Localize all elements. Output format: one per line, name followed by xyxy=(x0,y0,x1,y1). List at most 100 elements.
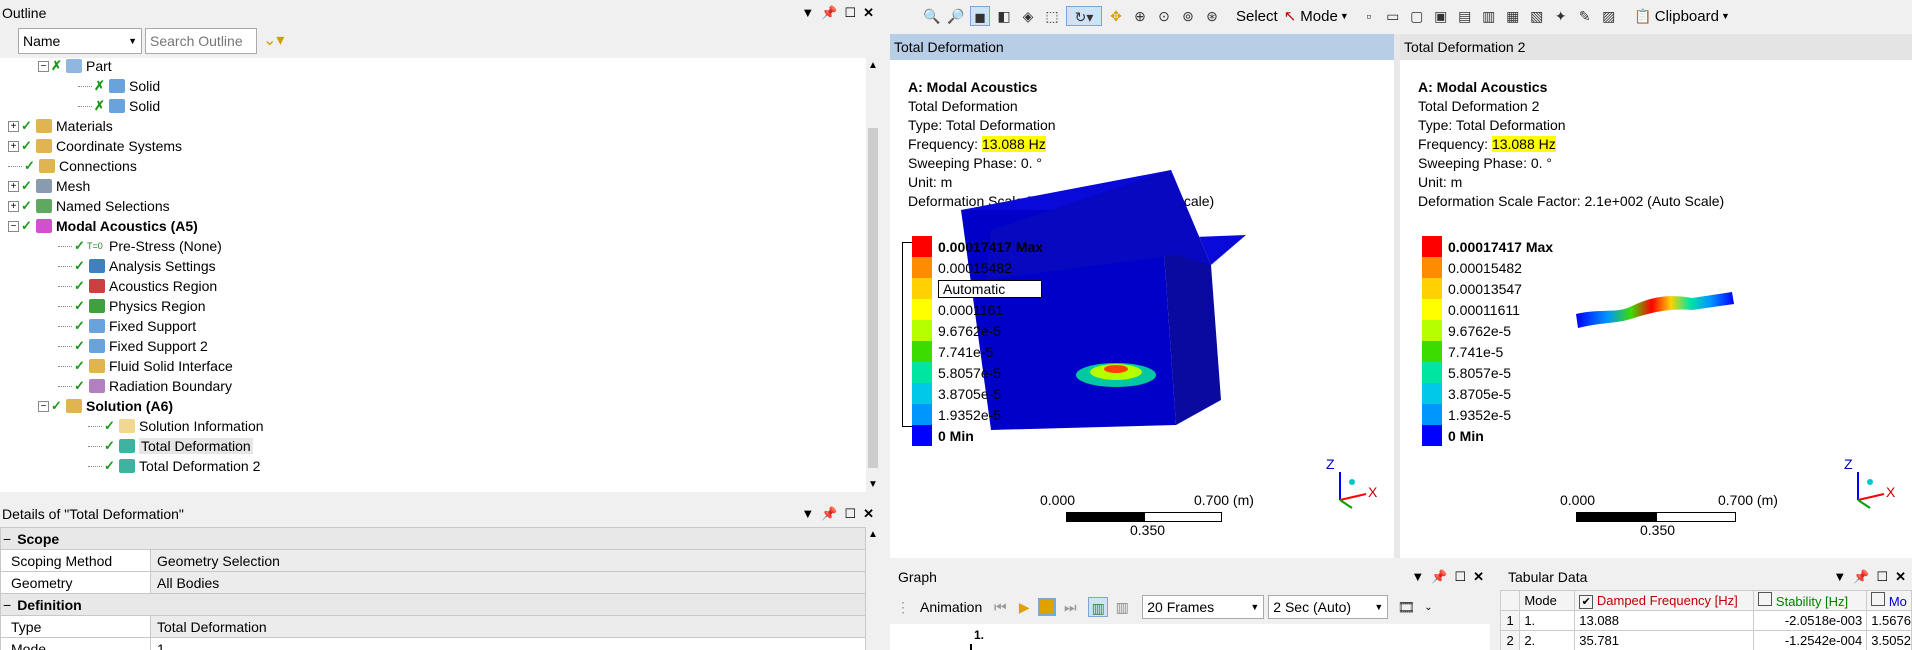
zoom-box-icon[interactable]: ⊕ xyxy=(1130,6,1150,26)
element-face-icon[interactable]: ▦ xyxy=(1503,6,1523,26)
cube-solid-icon[interactable]: ◼ xyxy=(970,6,990,26)
collapse-icon[interactable]: − xyxy=(38,60,49,72)
legend-row[interactable]: 0 Min xyxy=(1422,425,1484,446)
view1-canvas[interactable]: A: Modal Acoustics Total Deformation Typ… xyxy=(890,60,1394,558)
tree-item[interactable]: ✓ Total Deformation 2 xyxy=(88,456,260,476)
legend-edit-box[interactable]: Automatic xyxy=(938,279,1042,298)
legend-row[interactable]: Automatic xyxy=(912,278,1042,299)
body-icon[interactable]: ▣ xyxy=(1431,6,1451,26)
tree-item[interactable]: − ✓ Modal Acoustics (A5) xyxy=(8,216,198,236)
close-icon[interactable]: ✕ xyxy=(1473,569,1484,585)
dropdown-arrow-icon[interactable]: ▼ xyxy=(801,506,814,522)
play-icon[interactable]: ▶ xyxy=(1014,597,1034,617)
close-icon[interactable]: ✕ xyxy=(863,5,874,21)
expand-icon[interactable]: + xyxy=(8,200,19,212)
legend-row[interactable]: 0.00013547 xyxy=(1422,278,1522,299)
close-icon[interactable]: ✕ xyxy=(863,506,874,522)
scroll-up-icon[interactable]: ▲ xyxy=(868,529,878,540)
details-section[interactable]: − Scope xyxy=(0,527,866,550)
legend-row[interactable]: 0.00017417 Max xyxy=(912,236,1043,257)
tree-item[interactable]: + ✓ Materials xyxy=(8,116,113,136)
chevron-down-icon[interactable]: ▼ xyxy=(1721,11,1730,21)
tree-item[interactable]: ✓ Fixed Support xyxy=(58,316,196,336)
mesh-select-icon[interactable]: ▧ xyxy=(1527,6,1547,26)
rotate-icon[interactable]: ↻▾ xyxy=(1066,6,1102,26)
tree-item[interactable]: ✗ Solid xyxy=(78,96,160,116)
legend-row[interactable]: 0.00017417 Max xyxy=(1422,236,1553,257)
zoom-out-icon[interactable]: 🔎 xyxy=(946,6,966,26)
legend-row[interactable]: 0.0001161 xyxy=(912,299,1003,320)
overflow-chevron-icon[interactable]: ⌄ xyxy=(1424,602,1432,613)
cursor-icon[interactable]: ↖ xyxy=(1284,7,1297,25)
details-row[interactable]: Scoping Method Geometry Selection xyxy=(0,549,866,572)
zoom-to-icon[interactable]: ⊛ xyxy=(1202,6,1222,26)
chevron-down-icon[interactable]: ▼ xyxy=(1340,11,1349,21)
tree-item[interactable]: + ✓ Coordinate Systems xyxy=(8,136,182,156)
tree-item[interactable]: ✓ Fixed Support 2 xyxy=(58,336,208,356)
frames-select[interactable]: 20 Frames ▼ xyxy=(1142,595,1265,619)
legend-row[interactable]: 1.9352e-5 xyxy=(912,404,1001,425)
details-row[interactable]: Geometry All Bodies xyxy=(0,571,866,594)
filter-chevron-icon[interactable]: ⌄▾ xyxy=(263,30,284,50)
edge-icon[interactable]: ▭ xyxy=(1383,6,1403,26)
dropdown-arrow-icon[interactable]: ▼ xyxy=(1411,569,1424,585)
annotation-icon[interactable]: ✎ xyxy=(1575,6,1595,26)
search-outline-input[interactable] xyxy=(145,28,258,54)
details-row[interactable]: Type Total Deformation xyxy=(0,615,866,638)
maximize-icon[interactable]: ☐ xyxy=(1454,569,1466,585)
scrollbar-thumb[interactable] xyxy=(868,128,878,468)
tree-item[interactable]: + ✓ Named Selections xyxy=(8,196,170,216)
legend-row[interactable]: 0.00015482 xyxy=(912,257,1012,278)
pin-icon[interactable]: 📌 xyxy=(821,5,837,21)
details-section[interactable]: − Definition xyxy=(0,593,866,616)
clipboard-icon[interactable]: 📋 xyxy=(1633,6,1653,26)
extend-icon[interactable]: ✦ xyxy=(1551,6,1571,26)
dropdown-arrow-icon[interactable]: ▼ xyxy=(801,5,814,21)
tree-item[interactable]: − ✗ Part xyxy=(38,56,112,76)
viewport-splitter[interactable] xyxy=(1394,34,1400,558)
collapse-icon[interactable]: − xyxy=(8,220,19,232)
tree-item[interactable]: ✓ Fluid Solid Interface xyxy=(58,356,233,376)
table-row[interactable]: 2 2. 35.781 -1.2542e-004 3.5052 xyxy=(1500,630,1912,650)
duration-select[interactable]: 2 Sec (Auto) ▼ xyxy=(1268,595,1389,619)
face-icon[interactable]: ▢ xyxy=(1407,6,1427,26)
node-icon[interactable]: ▥ xyxy=(1479,6,1499,26)
tree-item[interactable]: + ✓ Mesh xyxy=(8,176,90,196)
legend-row[interactable]: 5.8057e-5 xyxy=(912,362,1001,383)
stability-checkbox[interactable] xyxy=(1758,592,1773,606)
collapse-icon[interactable]: − xyxy=(38,400,49,412)
previous-frame-icon[interactable]: ⏮ xyxy=(990,597,1010,617)
legend-row[interactable]: 3.8705e-5 xyxy=(1422,383,1511,404)
zoom-in-icon[interactable]: 🔍 xyxy=(922,6,942,26)
view2-canvas[interactable]: A: Modal Acoustics Total Deformation 2 T… xyxy=(1400,60,1912,558)
table-row[interactable]: 1 1. 13.088 -2.0518e-003 1.5676 xyxy=(1500,610,1912,631)
modal-checkbox[interactable] xyxy=(1871,592,1886,606)
pin-icon[interactable]: 📌 xyxy=(1431,569,1447,585)
expand-icon[interactable]: + xyxy=(8,120,19,132)
stop-icon[interactable] xyxy=(1038,598,1057,616)
collapse-icon[interactable]: − xyxy=(3,531,11,547)
details-scrollbar[interactable]: ▲ xyxy=(866,527,880,650)
select-mode-icon[interactable]: ⬚ xyxy=(1042,6,1062,26)
tree-item[interactable]: ✓ Physics Region xyxy=(58,296,206,316)
cube-wire-icon[interactable]: ◧ xyxy=(994,6,1014,26)
view1-legend[interactable]: 0.00017417 Max 0.00015482 Automatic 0.00011… xyxy=(902,236,1072,456)
tree-item[interactable]: ✓ Connections xyxy=(8,156,137,176)
label-icon[interactable]: ▨ xyxy=(1599,6,1619,26)
tree-item[interactable]: ✓ Acoustics Region xyxy=(58,276,217,296)
legend-row[interactable]: 0.00011611 xyxy=(1422,299,1520,320)
legend-row[interactable]: 0 Min xyxy=(912,425,974,446)
tree-item[interactable]: − ✓ Solution (A6) xyxy=(38,396,173,416)
select-label[interactable]: Select xyxy=(1236,8,1278,25)
tree-item[interactable]: ✗ Solid xyxy=(78,76,160,96)
maximize-icon[interactable]: ☐ xyxy=(1876,569,1888,585)
maximize-icon[interactable]: ☐ xyxy=(844,506,856,522)
mode-dropdown[interactable]: Mode xyxy=(1300,8,1338,25)
legend-row[interactable]: 9.6762e-5 xyxy=(912,320,1001,341)
distributed-frames-icon[interactable]: ▥ xyxy=(1088,597,1109,617)
scroll-up-icon[interactable]: ▲ xyxy=(868,60,878,71)
pin-icon[interactable]: 📌 xyxy=(821,506,837,522)
tree-item[interactable]: ✓ T=0 Pre-Stress (None) xyxy=(58,236,222,256)
legend-row[interactable]: 1.9352e-5 xyxy=(1422,404,1511,425)
export-video-icon[interactable]: 🎞 xyxy=(1396,597,1416,617)
